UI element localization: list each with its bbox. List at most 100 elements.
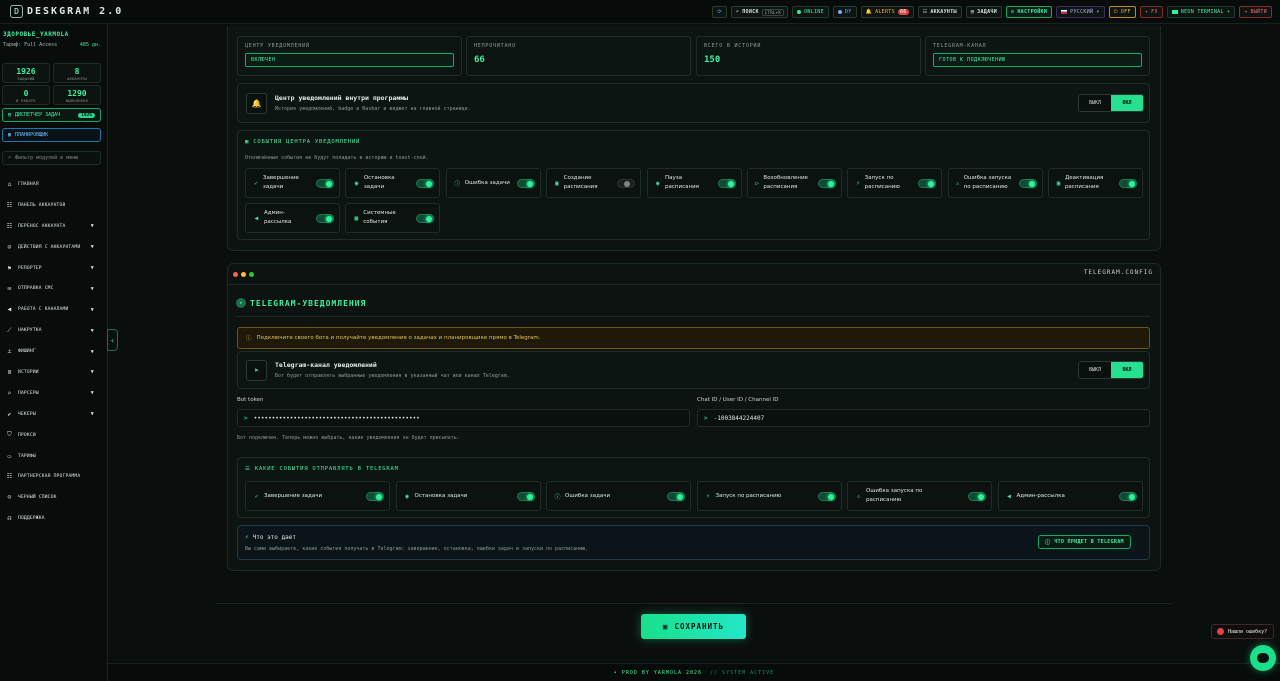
scheduler-button[interactable]: ▦ ПЛАНИРОВЩИК xyxy=(2,128,101,142)
event-toggle-switch[interactable] xyxy=(667,491,685,501)
event-toggle-switch[interactable] xyxy=(717,178,736,188)
hook-icon: ⚓ xyxy=(7,348,12,356)
event-toggle-switch[interactable] xyxy=(316,213,334,223)
window-maximize-icon[interactable] xyxy=(249,272,254,277)
sidebar-item[interactable]: ☷ ПЕРЕНОС АККАУНТА ▼ xyxy=(0,216,108,237)
telegram-events-title-text: КАКИЕ СОБЫТИЯ ОТПРАВЛЯТЬ В TELEGRAM xyxy=(254,466,399,472)
sidebar-item[interactable]: ▭ ТАРИФЫ xyxy=(0,446,108,467)
telegram-on-button[interactable]: ВКЛ xyxy=(1111,362,1143,378)
telegram-icon: ➤ xyxy=(236,298,246,308)
logout-button[interactable]: ⇥ ВЫЙТИ xyxy=(1239,6,1272,18)
stat-tasks: 1926 ЗАДАНИЙ xyxy=(2,63,50,83)
menu-filter-input[interactable]: ⌕ Фильтр модулей в меню xyxy=(2,151,101,165)
event-label: Ошибка запуска по расписанию xyxy=(963,175,1012,190)
telegram-off-button[interactable]: ВЫКЛ xyxy=(1079,362,1111,378)
power-off-button[interactable]: ⏻ OFF xyxy=(1108,6,1136,18)
sidebar-item[interactable]: ☺ ДЕЙСТВИЯ С АККАУНТАМИ ▼ xyxy=(0,237,108,258)
chat-button[interactable] xyxy=(1250,645,1276,671)
window-minimize-icon[interactable] xyxy=(241,272,246,277)
inapp-on-button[interactable]: ВКЛ xyxy=(1111,95,1143,111)
stat-value: 8 xyxy=(74,67,80,76)
sidebar-item-label: НАКРУТКА xyxy=(18,328,42,334)
sidebar-item-label: ДЕЙСТВИЯ С АККАУНТАМИ xyxy=(18,244,81,250)
event-toggle-switch[interactable] xyxy=(416,178,435,188)
theme-select[interactable]: NEON TERMINAL ▾ xyxy=(1166,6,1236,18)
sidebar-collapse-button[interactable]: ‹ xyxy=(107,329,118,351)
telegram-channel-desc: Бот будет отправлять выбранные уведомлен… xyxy=(275,373,510,379)
event-label: Админ-рассылка xyxy=(1016,492,1065,499)
sidebar-item[interactable]: ⚓ ФИШИНГ ▼ xyxy=(0,341,108,362)
event-toggle-switch[interactable] xyxy=(818,178,836,188)
telegram-toggle-group: ВЫКЛ ВКЛ xyxy=(1078,361,1144,379)
stat-card-label: ВСЕГО В ИСТОРИИ xyxy=(704,43,762,49)
event-toggle-switch[interactable] xyxy=(617,178,636,188)
sidebar-item-label: ПАНЕЛЬ АККАУНТОВ xyxy=(18,202,66,208)
event-toggle-switch[interactable] xyxy=(918,178,937,188)
event-toggle-card: ▦ Системные события xyxy=(345,203,441,233)
save-button[interactable]: ▣ СОХРАНИТЬ xyxy=(641,614,746,639)
event-toggle-switch[interactable] xyxy=(1018,178,1037,188)
users-icon: ☷ xyxy=(6,201,13,209)
sidebar-item-label: ТАРИФЫ xyxy=(18,453,36,459)
shield-icon: ⛉ xyxy=(7,431,12,439)
event-label: Запуск по расписанию xyxy=(864,175,900,190)
users-icon: ☷ xyxy=(922,9,928,15)
search-button[interactable]: ⌕ ПОИСК CTRL+K xyxy=(730,6,789,18)
telegram-window-title: TELEGRAM.CONFIG xyxy=(1083,269,1153,276)
event-toggle-switch[interactable] xyxy=(416,213,435,223)
bot-token-field[interactable]: > ••••••••••••••••••••••••••••••••••••••… xyxy=(237,409,690,427)
sidebar-item[interactable]: ⌂ ГЛАВНАЯ xyxy=(0,174,108,195)
dy-button[interactable]: DY xyxy=(832,6,857,18)
username: ЗДОРОВЬЕ_YARMOLA xyxy=(3,31,69,38)
event-toggle-switch[interactable] xyxy=(1118,491,1137,501)
sidebar-item[interactable]: ☹ ЧЕРНЫЙ СПИСОК xyxy=(0,487,108,508)
save-icon: ▣ xyxy=(662,622,669,631)
sidebar-item-label: ГЛАВНАЯ xyxy=(18,181,39,187)
accounts-button[interactable]: ☷ АККАУНТЫ xyxy=(917,6,962,18)
sidebar-item[interactable]: ⚑ РЕПОРТЕР ▼ xyxy=(0,258,108,279)
list-check-icon: ☰ xyxy=(245,466,251,472)
app-logo[interactable]: D DESKGRAM 2.0 xyxy=(10,5,123,18)
sidebar-item[interactable]: ⌕ ПАРСЕРЫ ▼ xyxy=(0,383,108,404)
sidebar-item[interactable]: ⟋ НАКРУТКА ▼ xyxy=(0,320,108,341)
telegram-channel-title: Telegram-канал уведомлений xyxy=(275,361,377,369)
sidebar-item[interactable]: ✉ ОТПРАВКА СМС ▼ xyxy=(0,278,108,299)
plan-label: Тариф: Full Access xyxy=(3,42,58,48)
event-toggle-switch[interactable] xyxy=(516,178,535,188)
event-toggle-switch[interactable] xyxy=(316,178,334,188)
telegram-window-bar: TELEGRAM.CONFIG xyxy=(227,263,1161,285)
bell-icon: 🔔 xyxy=(246,93,267,114)
save-label: СОХРАНИТЬ xyxy=(674,622,725,631)
sidebar-item[interactable]: ≣ ИСТОРИИ ▼ xyxy=(0,362,108,383)
report-bug-button[interactable]: Нашли ошибку? xyxy=(1211,624,1274,639)
event-toggle-switch[interactable] xyxy=(817,491,836,501)
sidebar-item[interactable]: ⛉ ПРОКСИ xyxy=(0,425,108,446)
alerts-button[interactable]: 🔔 ALERTS 66 xyxy=(860,6,914,18)
fx-button[interactable]: ✦ FX xyxy=(1139,6,1163,18)
settings-button[interactable]: ⚙ НАСТРОЙКИ xyxy=(1006,6,1053,18)
sidebar-item-label: ПОДДЕРЖКА xyxy=(18,516,45,522)
sidebar-item[interactable]: ✔ ЧЕКЕРЫ ▼ xyxy=(0,404,108,425)
event-icon: ⚡ xyxy=(856,179,860,187)
tasks-button[interactable]: ▤ ЗАДАЧИ xyxy=(965,6,1003,18)
sidebar-item[interactable]: ☷ ПАНЕЛЬ АККАУНТОВ xyxy=(0,195,108,216)
info-icon: ⓘ xyxy=(246,336,252,342)
sidebar-item[interactable]: ◀ РАБОТА С КАНАЛАМИ ▼ xyxy=(0,299,108,320)
event-icon: ◉ xyxy=(354,179,359,187)
language-select[interactable]: РУССКИЙ ▾ xyxy=(1056,6,1105,18)
inapp-off-button[interactable]: ВЫКЛ xyxy=(1079,95,1111,111)
event-toggle-switch[interactable] xyxy=(366,491,384,501)
telegram-preview-button[interactable]: ⓘ ЧТО ПРИДЕТ В TELEGRAM xyxy=(1038,535,1131,549)
chat-id-field[interactable]: > -1003844224407 xyxy=(697,409,1150,427)
sidebar-item[interactable]: ☊ ПОДДЕРЖКА xyxy=(0,508,108,529)
sidebar-item-label: ПРОКСИ xyxy=(18,432,36,438)
event-toggle-switch[interactable] xyxy=(1119,178,1138,188)
sidebar-item[interactable]: ☷ ПАРТНЕРСКАЯ ПРОГРАММА xyxy=(0,466,108,487)
event-toggle-switch[interactable] xyxy=(516,491,535,501)
event-toggle-switch[interactable] xyxy=(968,491,986,501)
fx-spark-icon: ✦ xyxy=(1144,9,1149,15)
window-close-icon[interactable] xyxy=(233,272,238,277)
telegram-section-title: TELEGRAM-УВЕДОМЛЕНИЯ xyxy=(250,298,367,308)
task-dispatcher-button[interactable]: ▤ ДИСПЕТЧЕР ЗАДАЧ 1926 xyxy=(2,108,101,122)
refresh-button[interactable]: ⟳ xyxy=(712,6,727,18)
